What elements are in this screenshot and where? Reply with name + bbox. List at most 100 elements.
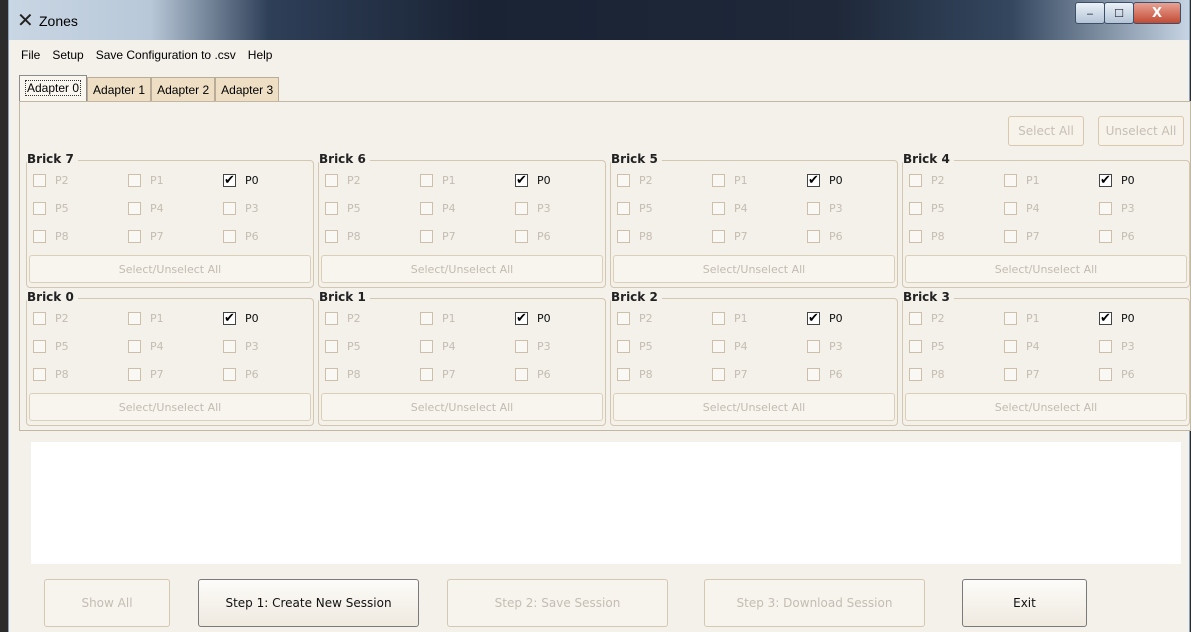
checkbox-box[interactable] bbox=[807, 230, 820, 243]
port-checkbox[interactable]: ✔ P0 bbox=[807, 312, 843, 325]
minimize-button[interactable]: ‒ bbox=[1075, 2, 1105, 24]
checkbox-box[interactable] bbox=[33, 202, 46, 215]
port-checkbox[interactable]: P7 bbox=[420, 230, 456, 243]
checkmark-icon[interactable]: ✔ bbox=[515, 312, 528, 325]
log-area[interactable] bbox=[31, 442, 1181, 564]
port-checkbox[interactable]: P4 bbox=[128, 340, 164, 353]
brick-select-unselect-all-button[interactable]: Select/Unselect All bbox=[905, 393, 1187, 421]
checkbox-box[interactable] bbox=[1004, 312, 1017, 325]
checkbox-box[interactable] bbox=[712, 368, 725, 381]
port-checkbox[interactable]: P3 bbox=[223, 340, 259, 353]
checkbox-box[interactable] bbox=[909, 340, 922, 353]
port-checkbox[interactable]: P8 bbox=[909, 230, 945, 243]
checkbox-box[interactable] bbox=[617, 202, 630, 215]
port-checkbox[interactable]: P4 bbox=[1004, 340, 1040, 353]
checkbox-box[interactable] bbox=[712, 340, 725, 353]
port-checkbox[interactable]: P4 bbox=[128, 202, 164, 215]
port-checkbox[interactable]: P4 bbox=[712, 202, 748, 215]
menu-save-configuration[interactable]: Save Configuration to .csv bbox=[96, 48, 236, 68]
checkbox-box[interactable] bbox=[807, 202, 820, 215]
checkbox-box[interactable] bbox=[325, 340, 338, 353]
checkbox-box[interactable] bbox=[223, 340, 236, 353]
port-checkbox[interactable]: P1 bbox=[420, 312, 456, 325]
checkbox-box[interactable] bbox=[128, 312, 141, 325]
brick-select-unselect-all-button[interactable]: Select/Unselect All bbox=[905, 255, 1187, 283]
checkbox-box[interactable] bbox=[617, 174, 630, 187]
brick-select-unselect-all-button[interactable]: Select/Unselect All bbox=[29, 393, 311, 421]
port-checkbox[interactable]: P8 bbox=[325, 368, 361, 381]
checkbox-box[interactable] bbox=[1004, 174, 1017, 187]
port-checkbox[interactable]: P3 bbox=[807, 340, 843, 353]
menu-setup[interactable]: Setup bbox=[52, 48, 83, 68]
port-checkbox[interactable]: P7 bbox=[712, 368, 748, 381]
port-checkbox[interactable]: P1 bbox=[420, 174, 456, 187]
checkbox-box[interactable] bbox=[617, 230, 630, 243]
port-checkbox[interactable]: P6 bbox=[223, 368, 259, 381]
tab-adapter-1[interactable]: Adapter 1 bbox=[87, 77, 152, 101]
port-checkbox[interactable]: P6 bbox=[515, 230, 551, 243]
exit-button[interactable]: Exit bbox=[962, 579, 1087, 627]
checkbox-box[interactable] bbox=[712, 202, 725, 215]
port-checkbox[interactable]: P5 bbox=[617, 340, 653, 353]
checkbox-box[interactable] bbox=[617, 340, 630, 353]
port-checkbox[interactable]: ✔ P0 bbox=[807, 174, 843, 187]
port-checkbox[interactable]: ✔ P0 bbox=[223, 312, 259, 325]
checkbox-box[interactable] bbox=[1099, 368, 1112, 381]
port-checkbox[interactable]: P2 bbox=[33, 174, 69, 187]
port-checkbox[interactable]: ✔ P0 bbox=[515, 174, 551, 187]
checkbox-box[interactable] bbox=[420, 368, 433, 381]
checkbox-box[interactable] bbox=[33, 312, 46, 325]
port-checkbox[interactable]: ✔ P0 bbox=[223, 174, 259, 187]
unselect-all-button[interactable]: Unselect All bbox=[1098, 116, 1184, 146]
create-new-session-button[interactable]: Step 1: Create New Session bbox=[198, 579, 419, 627]
port-checkbox[interactable]: ✔ P0 bbox=[1099, 174, 1135, 187]
checkmark-icon[interactable]: ✔ bbox=[807, 312, 820, 325]
checkbox-box[interactable] bbox=[909, 202, 922, 215]
port-checkbox[interactable]: P8 bbox=[909, 368, 945, 381]
checkmark-icon[interactable]: ✔ bbox=[223, 312, 236, 325]
tab-adapter-3[interactable]: Adapter 3 bbox=[215, 77, 280, 101]
port-checkbox[interactable]: P2 bbox=[33, 312, 69, 325]
checkmark-icon[interactable]: ✔ bbox=[515, 174, 528, 187]
port-checkbox[interactable]: P7 bbox=[1004, 368, 1040, 381]
checkbox-box[interactable] bbox=[909, 312, 922, 325]
checkbox-box[interactable] bbox=[617, 312, 630, 325]
port-checkbox[interactable]: P1 bbox=[712, 312, 748, 325]
checkbox-box[interactable] bbox=[617, 368, 630, 381]
checkbox-box[interactable] bbox=[420, 174, 433, 187]
checkbox-box[interactable] bbox=[128, 230, 141, 243]
port-checkbox[interactable]: ✔ P0 bbox=[515, 312, 551, 325]
checkbox-box[interactable] bbox=[1004, 230, 1017, 243]
checkbox-box[interactable] bbox=[1099, 340, 1112, 353]
port-checkbox[interactable]: P4 bbox=[420, 340, 456, 353]
save-session-button[interactable]: Step 2: Save Session bbox=[447, 579, 668, 627]
port-checkbox[interactable]: P6 bbox=[807, 368, 843, 381]
checkbox-box[interactable] bbox=[807, 368, 820, 381]
checkbox-box[interactable] bbox=[325, 174, 338, 187]
port-checkbox[interactable]: P4 bbox=[1004, 202, 1040, 215]
port-checkbox[interactable]: P2 bbox=[909, 174, 945, 187]
port-checkbox[interactable]: P8 bbox=[33, 368, 69, 381]
port-checkbox[interactable]: P3 bbox=[515, 340, 551, 353]
port-checkbox[interactable]: ✔ P0 bbox=[1099, 312, 1135, 325]
checkbox-box[interactable] bbox=[909, 230, 922, 243]
brick-select-unselect-all-button[interactable]: Select/Unselect All bbox=[613, 393, 895, 421]
title-bar[interactable]: ✕ Zones ‒ ☐ X bbox=[9, 0, 1189, 40]
brick-select-unselect-all-button[interactable]: Select/Unselect All bbox=[613, 255, 895, 283]
port-checkbox[interactable]: P2 bbox=[617, 312, 653, 325]
checkmark-icon[interactable]: ✔ bbox=[223, 174, 236, 187]
checkbox-box[interactable] bbox=[325, 202, 338, 215]
port-checkbox[interactable]: P6 bbox=[515, 368, 551, 381]
port-checkbox[interactable]: P1 bbox=[1004, 174, 1040, 187]
checkbox-box[interactable] bbox=[909, 174, 922, 187]
port-checkbox[interactable]: P1 bbox=[128, 174, 164, 187]
brick-select-unselect-all-button[interactable]: Select/Unselect All bbox=[321, 393, 603, 421]
checkbox-box[interactable] bbox=[128, 202, 141, 215]
checkbox-box[interactable] bbox=[1099, 230, 1112, 243]
port-checkbox[interactable]: P3 bbox=[515, 202, 551, 215]
checkbox-box[interactable] bbox=[33, 368, 46, 381]
select-all-button[interactable]: Select All bbox=[1008, 116, 1084, 146]
port-checkbox[interactable]: P2 bbox=[325, 312, 361, 325]
checkbox-box[interactable] bbox=[712, 174, 725, 187]
checkbox-box[interactable] bbox=[325, 312, 338, 325]
